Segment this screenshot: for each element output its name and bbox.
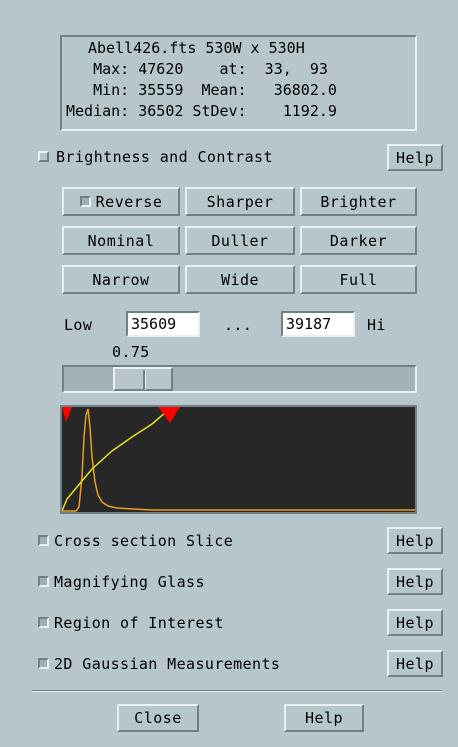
median-stdev-stats: Median: 36502 StDev: 1192.9 [66, 102, 337, 120]
region-of-interest-help-button[interactable]: Help [387, 609, 443, 636]
brightness-contrast-toggle[interactable]: Brightness and Contrast [36, 148, 336, 168]
brighter-button[interactable]: Brighter [300, 187, 417, 216]
magnifying-glass-help-button[interactable]: Help [387, 568, 443, 595]
contrast-value-label: 0.75 [112, 343, 150, 361]
low-label: Low [64, 316, 93, 334]
cross-section-toggle[interactable]: Cross section Slice [36, 531, 356, 553]
slider-grip [143, 370, 146, 390]
toggle-indicator-icon [38, 151, 49, 162]
region-of-interest-label: Region of Interest [54, 614, 224, 632]
gaussian-measurements-toggle[interactable]: 2D Gaussian Measurements [36, 654, 376, 676]
histogram-panel[interactable] [60, 405, 417, 514]
reverse-label: Reverse [95, 192, 163, 211]
region-of-interest-toggle[interactable]: Region of Interest [36, 613, 356, 635]
gaussian-help-button[interactable]: Help [387, 650, 443, 677]
magnifying-glass-label: Magnifying Glass [54, 573, 205, 591]
min-mean-stats: Min: 35559 Mean: 36802.0 [66, 81, 337, 99]
footer-divider [32, 690, 442, 692]
gaussian-indicator-icon [38, 658, 49, 669]
full-button[interactable]: Full [300, 265, 417, 294]
reverse-indicator-icon [79, 196, 91, 207]
region-of-interest-indicator-icon [38, 617, 49, 628]
low-value-input[interactable]: 35609 [126, 311, 200, 337]
cross-section-indicator-icon [38, 535, 49, 546]
brightness-help-button[interactable]: Help [387, 144, 443, 171]
histogram-plot [62, 407, 415, 512]
gaussian-label: 2D Gaussian Measurements [54, 655, 281, 673]
hi-label: Hi [367, 316, 386, 334]
contrast-slider-thumb[interactable] [113, 367, 173, 391]
contrast-slider[interactable] [62, 365, 417, 393]
image-info-panel: Abell426.fts 530W x 530H Max: 47620 at: … [60, 35, 417, 131]
nominal-button[interactable]: Nominal [62, 226, 180, 255]
magnifying-glass-indicator-icon [38, 576, 49, 587]
close-button[interactable]: Close [117, 704, 199, 732]
wide-button[interactable]: Wide [185, 265, 295, 294]
max-stats: Max: 47620 at: 33, 93 [66, 60, 328, 78]
reverse-toggle-button[interactable]: Reverse [62, 187, 180, 216]
hi-value-input[interactable]: 39187 [281, 311, 355, 337]
footer-help-button[interactable]: Help [284, 704, 364, 732]
cross-section-help-button[interactable]: Help [387, 527, 443, 554]
image-name-size: Abell426.fts 530W x 530H [88, 39, 305, 57]
brightness-contrast-label: Brightness and Contrast [56, 148, 273, 166]
range-ellipsis: ... [224, 316, 253, 334]
magnifying-glass-toggle[interactable]: Magnifying Glass [36, 572, 356, 594]
narrow-button[interactable]: Narrow [62, 265, 180, 294]
duller-button[interactable]: Duller [185, 226, 295, 255]
cross-section-label: Cross section Slice [54, 532, 234, 550]
darker-button[interactable]: Darker [300, 226, 417, 255]
sharper-button[interactable]: Sharper [185, 187, 295, 216]
